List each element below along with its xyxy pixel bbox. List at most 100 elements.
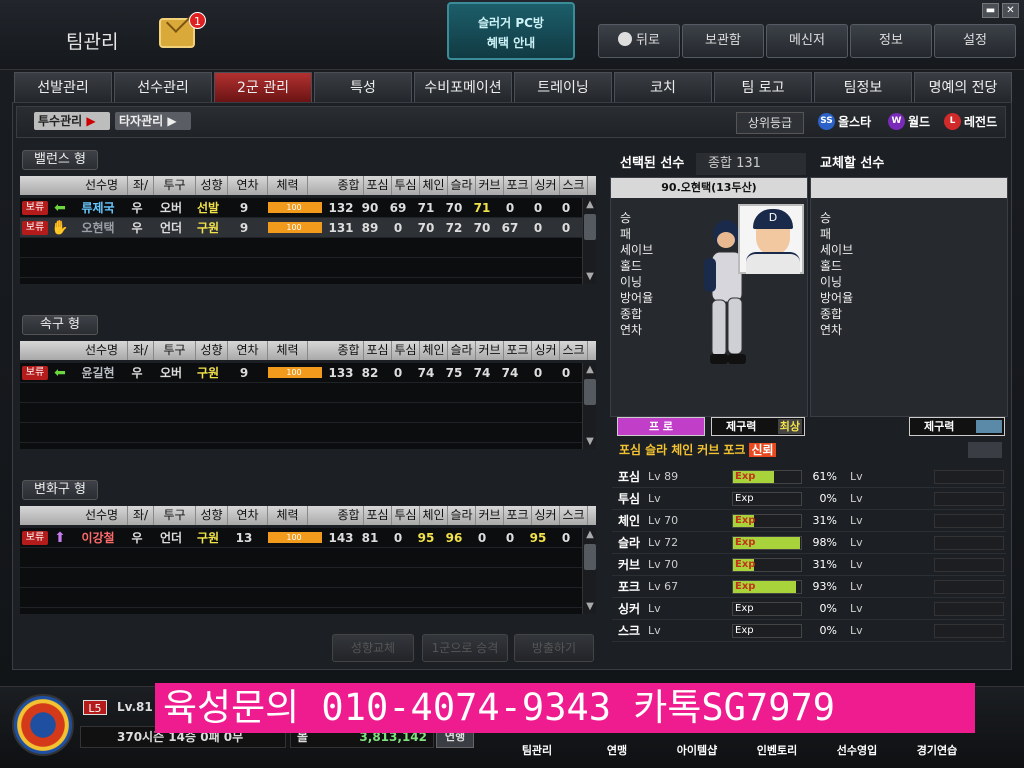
promote-button[interactable]: 1군으로 승격	[422, 634, 508, 662]
header-spacer	[20, 341, 76, 360]
storage-button[interactable]: 보관함	[682, 24, 764, 58]
empty-row	[20, 238, 582, 258]
exp-bar: Exp 31%	[732, 557, 837, 572]
cell-pitch: 언더	[159, 221, 183, 235]
cell-role: 선발	[196, 201, 220, 215]
scroll-down-icon[interactable]: ▼	[583, 602, 597, 612]
promo-line1: 슬러거 PC방	[478, 16, 544, 30]
cell-stat: 0	[505, 530, 515, 545]
stat-label: 승	[820, 211, 832, 225]
exp-percent: 61%	[812, 469, 837, 483]
scroll-thumb[interactable]	[584, 379, 596, 405]
cell-stat: 70	[473, 220, 491, 235]
exp-percent: 31%	[812, 557, 837, 571]
pitch-tag: 신뢰	[749, 443, 776, 457]
info-button[interactable]: 정보	[850, 24, 932, 58]
scroll-down-icon[interactable]: ▼	[583, 272, 597, 282]
tab-6[interactable]: 코치	[614, 72, 712, 102]
table-row[interactable]: 보류 ⬆ 이강철 우 언더 구원 13 100 143 81 0 95 96 0 0 95 0	[20, 528, 582, 548]
tab-3[interactable]: 특성	[314, 72, 412, 102]
selected-header-label: 선택된 선수	[620, 156, 685, 171]
column-header: 슬라	[448, 341, 476, 360]
stamina-bar: 100	[268, 532, 322, 543]
exp-bar: Exp 98%	[732, 535, 837, 550]
close-button[interactable]: ✕	[1002, 3, 1019, 18]
badge-world-label: 월드	[908, 115, 931, 129]
change-tendency-button[interactable]: 성향교체	[332, 634, 414, 662]
rank-button[interactable]: 상위등급	[736, 112, 804, 134]
minimize-button[interactable]: ▬	[982, 3, 999, 18]
cell-pitch: 언더	[159, 531, 183, 545]
scrollbar[interactable]: ▲ ▼	[582, 363, 596, 449]
replace-exp-bar	[934, 469, 1004, 484]
cell-stat: 90	[361, 200, 379, 215]
status-badge[interactable]: 보류	[22, 365, 48, 380]
tab-9[interactable]: 명예의 전당	[914, 72, 1012, 102]
column-header: 연차	[228, 506, 268, 525]
player-name[interactable]: 오현택	[72, 219, 124, 236]
scroll-up-icon[interactable]: ▲	[583, 365, 597, 375]
exp-label: Exp	[735, 536, 756, 548]
top-buttons: 뒤로 보관함 메신저 정보 설정	[598, 24, 1016, 58]
cell-years: 9	[239, 365, 249, 380]
cell-hand: 우	[131, 531, 143, 545]
exp-bar: Exp 0%	[732, 491, 837, 506]
scroll-down-icon[interactable]: ▼	[583, 437, 597, 447]
tab-7[interactable]: 팀 로고	[714, 72, 812, 102]
column-header: 포크	[504, 341, 532, 360]
back-button[interactable]: 뒤로	[598, 24, 680, 58]
cell-total: 132	[328, 200, 354, 215]
pc-bang-promo-button[interactable]: 슬러거 PC방 혜택 안내	[447, 2, 575, 60]
pitch-row: 커브 Lv 70 Exp 31% Lv	[612, 554, 1006, 576]
table-header: 선수명좌/우투구성향연차체력 종합포심투심체인슬라커브포크싱커스크	[20, 506, 596, 541]
replace-pitch-tags	[968, 442, 1002, 458]
messenger-button[interactable]: 메신저	[766, 24, 848, 58]
scroll-up-icon[interactable]: ▲	[583, 200, 597, 210]
tab-0[interactable]: 선발관리	[14, 72, 112, 102]
player-name[interactable]: 류제국	[72, 199, 124, 216]
scrollbar[interactable]: ▲ ▼	[582, 198, 596, 284]
tab-1[interactable]: 선수관리	[114, 72, 212, 102]
tag-control-label: 제구력	[726, 420, 757, 433]
table-row[interactable]: 보류 ⬅ 류제국 우 오버 선발 9 100 132 90 69 71 70 71 0 0 0	[20, 198, 582, 218]
pitch-level: Lv	[648, 602, 661, 615]
scroll-thumb[interactable]	[584, 544, 596, 570]
status-badge[interactable]: 보류	[22, 200, 48, 215]
selected-total-label: 종합	[708, 156, 732, 171]
scroll-up-icon[interactable]: ▲	[583, 530, 597, 540]
tab-batter[interactable]: 타자관리 ▶	[115, 112, 191, 130]
cell-stat: 72	[445, 220, 463, 235]
status-badge[interactable]: 보류	[22, 220, 48, 235]
status-badge[interactable]: 보류	[22, 530, 48, 545]
pitch-name: 슬라	[618, 536, 641, 550]
release-button[interactable]: 방출하기	[514, 634, 594, 662]
tab-pitcher[interactable]: 투수관리 ▶	[34, 112, 110, 130]
stat-label: 패	[620, 227, 632, 241]
pitch-level: Lv 89	[648, 470, 679, 483]
cell-stat: 74	[417, 365, 435, 380]
player-name[interactable]: 윤길현	[72, 364, 124, 381]
table-row[interactable]: 보류 ✋ 오현택 우 언더 구원 9 100 131 89 0 70 72 70 67 0 0	[20, 218, 582, 238]
settings-button[interactable]: 설정	[934, 24, 1016, 58]
table-row[interactable]: 보류 ⬅ 윤길현 우 오버 구원 9 100 133 82 0 74 75 74 74 0 0	[20, 363, 582, 383]
player-name[interactable]: 이강철	[72, 529, 124, 546]
stat-label: 패	[820, 227, 832, 241]
scrollbar[interactable]: ▲ ▼	[582, 528, 596, 614]
exp-percent: 31%	[812, 513, 837, 527]
column-header: 체인	[420, 176, 448, 195]
tab-pitcher-label: 투수관리	[38, 114, 83, 128]
column-header: 좌/우	[128, 506, 154, 541]
tab-8[interactable]: 팀정보	[814, 72, 912, 102]
column-header: 스크	[560, 506, 588, 525]
group-title: 밸런스 형	[22, 150, 98, 170]
column-header: 체력	[268, 506, 308, 525]
cell-years: 9	[239, 220, 249, 235]
scroll-thumb[interactable]	[584, 214, 596, 240]
exp-bar: Exp 0%	[732, 623, 837, 638]
stat-label: 종합	[820, 307, 843, 321]
nav-label: 인벤토리	[756, 744, 798, 757]
tab-4[interactable]: 수비포메이션	[414, 72, 512, 102]
tab-2[interactable]: 2군 관리	[214, 72, 312, 102]
tab-5[interactable]: 트레이닝	[514, 72, 612, 102]
player-avatar: D	[738, 204, 804, 274]
